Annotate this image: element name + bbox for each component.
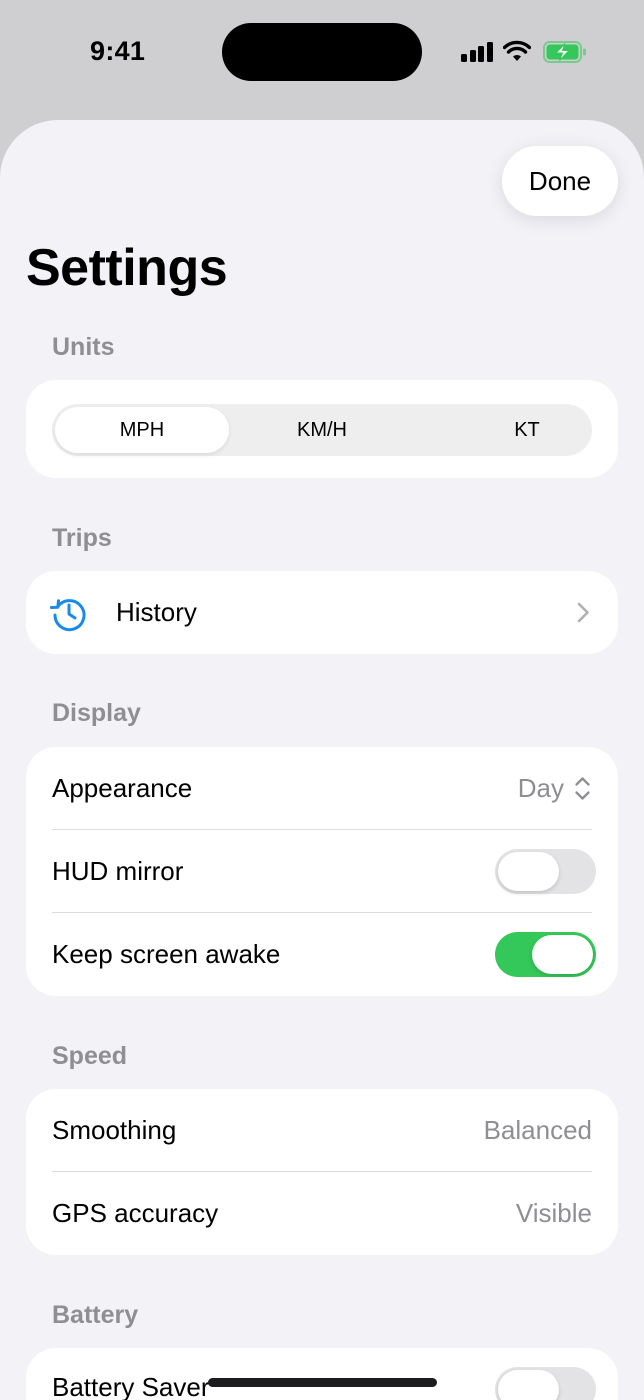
toggle-knob <box>498 1370 559 1400</box>
battery-charging-icon <box>543 41 586 63</box>
section-header-battery: Battery <box>52 1301 139 1329</box>
units-segmented-control: MPH KM/H KT <box>52 404 592 456</box>
gps-accuracy-value: Visible <box>515 1198 592 1228</box>
segment-mph[interactable]: MPH <box>55 404 229 456</box>
keep-screen-awake-label: Keep screen awake <box>52 939 281 969</box>
done-button[interactable]: Done <box>502 146 618 216</box>
toggle-knob <box>532 935 593 974</box>
appearance-row[interactable]: Appearance Day <box>26 747 618 830</box>
battery-saver-row: Battery Saver <box>26 1348 618 1400</box>
page-title: Settings <box>26 239 228 297</box>
battery-saver-label: Battery Saver <box>52 1372 210 1400</box>
segment-kt[interactable]: KT <box>437 404 617 456</box>
dynamic-island <box>222 23 422 81</box>
speed-card: Smoothing Balanced GPS accuracy Visible <box>26 1089 618 1255</box>
appearance-label: Appearance <box>52 773 193 803</box>
history-row[interactable]: History <box>26 571 618 654</box>
gps-accuracy-label: GPS accuracy <box>52 1198 219 1228</box>
segment-kmh[interactable]: KM/H <box>232 404 412 456</box>
section-header-trips: Trips <box>52 524 112 552</box>
status-bar: 9:41 <box>0 0 644 110</box>
cellular-signal-icon <box>461 42 493 62</box>
chevron-up-down-icon <box>575 777 590 800</box>
units-card: MPH KM/H KT <box>26 380 618 478</box>
history-clock-icon <box>50 599 86 632</box>
display-card: Appearance Day HUD mirror Keep screen aw… <box>26 747 618 996</box>
hud-mirror-label: HUD mirror <box>52 856 184 886</box>
hud-mirror-toggle[interactable] <box>495 849 596 894</box>
battery-card: Battery Saver <box>26 1348 618 1400</box>
status-time: 9:41 <box>90 36 146 66</box>
trips-card: History <box>26 571 618 654</box>
keep-screen-awake-row: Keep screen awake <box>26 913 618 996</box>
smoothing-label: Smoothing <box>52 1115 177 1145</box>
smoothing-row[interactable]: Smoothing Balanced <box>26 1089 618 1172</box>
appearance-value: Day <box>517 773 564 803</box>
chevron-right-icon <box>577 602 589 623</box>
section-header-speed: Speed <box>52 1042 128 1070</box>
smoothing-value: Balanced <box>483 1115 592 1145</box>
battery-saver-toggle[interactable] <box>495 1367 596 1400</box>
hud-mirror-row: HUD mirror <box>26 830 618 913</box>
history-label: History <box>116 597 197 627</box>
section-header-units: Units <box>52 333 115 361</box>
wifi-icon <box>503 40 531 61</box>
home-indicator[interactable] <box>208 1378 437 1387</box>
toggle-knob <box>498 852 559 891</box>
section-header-display: Display <box>52 699 141 727</box>
keep-screen-awake-toggle[interactable] <box>495 932 596 977</box>
gps-accuracy-row[interactable]: GPS accuracy Visible <box>26 1172 618 1255</box>
